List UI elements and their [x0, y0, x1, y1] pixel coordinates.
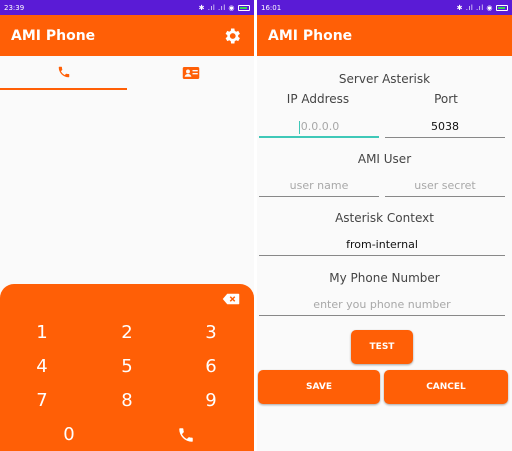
status-bar: 23:39 ✱ .ıl .ıl ◉ [0, 0, 254, 15]
ip-address-label: IP Address [286, 92, 350, 106]
right-phone-screen: 16:01 ✱ .ıl .ıl ◉ AMI Phone Server Aster… [257, 0, 512, 451]
key-5[interactable]: 5 [112, 355, 142, 379]
status-icon-text: ✱ .ıl .ıl ◉ [198, 3, 235, 12]
key-3[interactable]: 3 [196, 321, 226, 345]
contact-card-icon [182, 67, 199, 79]
key-2[interactable]: 2 [112, 321, 142, 345]
status-icon-text: ✱ .ıl .ıl ◉ [456, 3, 493, 12]
asterisk-context-input[interactable]: from-internal [259, 234, 505, 256]
tab-dialer[interactable] [0, 56, 127, 90]
status-time: 23:39 [4, 3, 25, 12]
user-secret-input[interactable]: user secret [385, 175, 505, 197]
battery-icon [496, 4, 508, 11]
phone-icon [58, 66, 69, 78]
app-bar: AMI Phone [257, 15, 512, 56]
status-time: 16:01 [261, 3, 282, 12]
server-asterisk-heading: Server Asterisk [338, 72, 431, 86]
app-title: AMI Phone [268, 27, 353, 44]
dial-keypad: 1 2 3 4 5 6 7 8 9 0 [0, 284, 254, 451]
app-title: AMI Phone [11, 27, 96, 44]
status-icons: ✱ .ıl .ıl ◉ [199, 4, 250, 12]
gear-icon[interactable] [221, 25, 243, 47]
save-button[interactable]: SAVE [258, 370, 380, 404]
key-1[interactable]: 1 [27, 321, 57, 345]
cancel-button[interactable]: CANCEL [384, 370, 508, 404]
ip-address-placeholder: 0.0.0.0 [300, 120, 340, 133]
key-0[interactable]: 0 [54, 423, 84, 447]
my-phone-number-heading: My Phone Number [329, 271, 440, 285]
key-4[interactable]: 4 [27, 355, 57, 379]
phone-number-input[interactable]: enter you phone number [259, 294, 505, 316]
app-bar: AMI Phone [0, 15, 254, 56]
test-button[interactable]: TEST [351, 330, 413, 364]
key-8[interactable]: 8 [112, 389, 142, 413]
status-icons: ✱ .ıl .ıl ◉ [457, 4, 508, 12]
user-name-input[interactable]: user name [259, 175, 379, 197]
key-7[interactable]: 7 [27, 389, 57, 413]
call-icon[interactable] [177, 426, 195, 444]
asterisk-context-heading: Asterisk Context [335, 211, 434, 225]
ip-address-input[interactable]: 0.0.0.0 [259, 116, 379, 138]
backspace-icon[interactable] [222, 293, 240, 305]
ami-user-heading: AMI User [357, 152, 412, 166]
tab-contacts[interactable] [127, 56, 254, 90]
battery-icon [238, 4, 250, 11]
left-phone-screen: 23:39 ✱ .ıl .ıl ◉ AMI Phone 1 2 3 4 5 6 … [0, 0, 254, 451]
key-6[interactable]: 6 [196, 355, 226, 379]
text-cursor [298, 120, 300, 134]
port-label: Port [434, 92, 458, 106]
tab-bar [0, 56, 254, 90]
status-bar: 16:01 ✱ .ıl .ıl ◉ [257, 0, 512, 15]
port-input[interactable]: 5038 [385, 116, 505, 138]
key-9[interactable]: 9 [196, 389, 226, 413]
